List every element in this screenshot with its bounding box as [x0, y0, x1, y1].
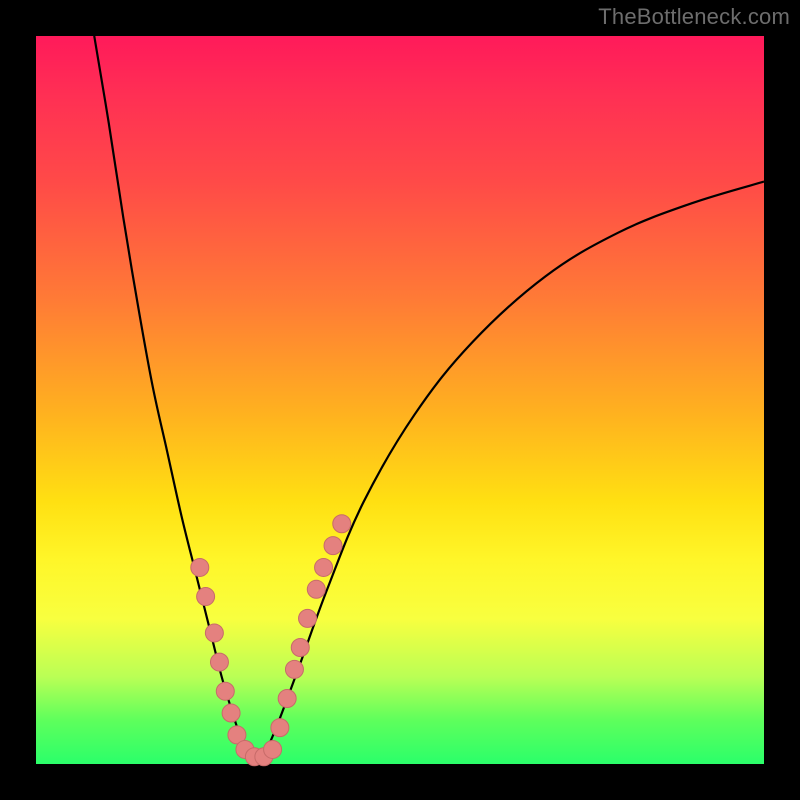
marker-dot — [291, 639, 309, 657]
watermark-text: TheBottleneck.com — [598, 4, 790, 30]
plot-area — [36, 36, 764, 764]
marker-dot — [299, 609, 317, 627]
right-curve — [262, 182, 764, 761]
marker-dot — [324, 537, 342, 555]
marker-dot — [197, 588, 215, 606]
marker-dot — [285, 660, 303, 678]
marker-dot — [278, 689, 296, 707]
left-curve — [94, 36, 261, 760]
marker-dot — [216, 682, 234, 700]
marker-dot — [307, 580, 325, 598]
marker-dot — [271, 719, 289, 737]
marker-dots — [191, 515, 351, 766]
marker-dot — [191, 558, 209, 576]
marker-dot — [210, 653, 228, 671]
marker-dot — [333, 515, 351, 533]
curves-svg — [36, 36, 764, 764]
marker-dot — [222, 704, 240, 722]
marker-dot — [315, 558, 333, 576]
marker-dot — [205, 624, 223, 642]
marker-dot — [264, 740, 282, 758]
chart-frame: TheBottleneck.com — [0, 0, 800, 800]
